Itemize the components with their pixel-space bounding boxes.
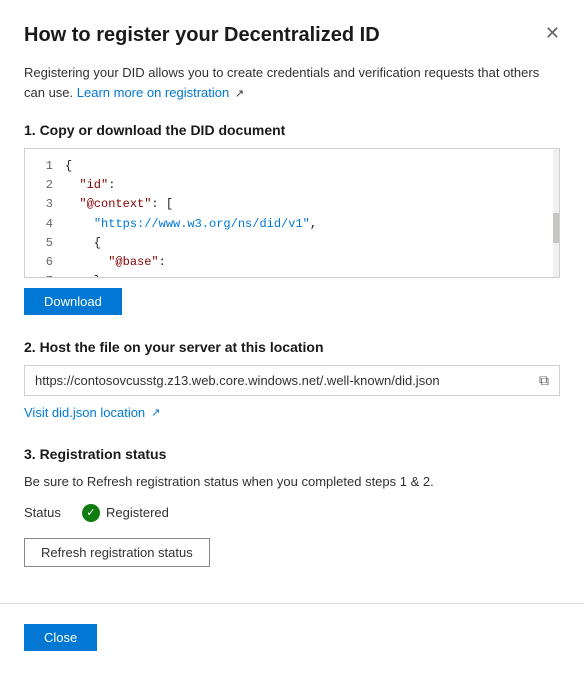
visit-link-external-icon: ↗ <box>151 406 160 419</box>
scrollbar-thumb <box>553 213 559 243</box>
status-registered-text: Registered <box>106 505 169 520</box>
line-content: "https://www.w3.org/ns/did/v1", <box>65 215 317 234</box>
code-line-7: 7 } <box>25 272 559 278</box>
download-button[interactable]: Download <box>24 288 122 315</box>
line-content: { <box>65 234 101 253</box>
line-number: 1 <box>25 157 65 176</box>
code-line-4: 4 "https://www.w3.org/ns/did/v1", <box>25 215 559 234</box>
code-line-2: 2 "id": <box>25 176 559 195</box>
line-number: 7 <box>25 272 65 278</box>
url-field-container: https://contosovcusstg.z13.web.core.wind… <box>24 365 560 396</box>
external-link-icon: ↗ <box>235 88 244 100</box>
section1-title: 1. Copy or download the DID document <box>24 122 560 138</box>
did-document-code: 1 { 2 "id": 3 "@context": [ 4 "https://w… <box>24 148 560 278</box>
line-number: 4 <box>25 215 65 234</box>
line-number: 6 <box>25 253 65 272</box>
section-host-file: 2. Host the file on your server at this … <box>24 339 560 422</box>
copy-icon[interactable]: ⧉ <box>539 372 549 389</box>
modal-container: How to register your Decentralized ID ✕ … <box>0 0 584 675</box>
refresh-registration-button[interactable]: Refresh registration status <box>24 538 210 567</box>
visit-did-json-link[interactable]: Visit did.json location ↗ <box>24 405 160 420</box>
modal-header: How to register your Decentralized ID ✕ <box>24 24 560 47</box>
line-content: "id": <box>65 176 115 195</box>
line-number: 5 <box>25 234 65 253</box>
section-registration-status: 3. Registration status Be sure to Refres… <box>24 446 560 587</box>
line-number: 2 <box>25 176 65 195</box>
close-footer-button[interactable]: Close <box>24 624 97 651</box>
visit-link-text: Visit did.json location <box>24 405 145 420</box>
host-url: https://contosovcusstg.z13.web.core.wind… <box>35 373 531 388</box>
learn-more-link[interactable]: Learn more on registration <box>77 85 229 100</box>
status-value-container: ✓ Registered <box>82 504 169 522</box>
code-line-1: 1 { <box>25 157 559 176</box>
section2-title: 2. Host the file on your server at this … <box>24 339 560 355</box>
code-line-6: 6 "@base": <box>25 253 559 272</box>
line-content: "@context": [ <box>65 195 173 214</box>
registered-check-icon: ✓ <box>82 504 100 522</box>
code-line-5: 5 { <box>25 234 559 253</box>
line-content: } <box>65 272 101 278</box>
section-copy-download: 1. Copy or download the DID document 1 {… <box>24 122 560 339</box>
section3-title: 3. Registration status <box>24 446 560 462</box>
divider <box>0 603 584 604</box>
line-content: "@base": <box>65 253 166 272</box>
modal-title: How to register your Decentralized ID <box>24 24 380 47</box>
code-line-3: 3 "@context": [ <box>25 195 559 214</box>
status-label: Status <box>24 505 74 520</box>
status-row: Status ✓ Registered <box>24 504 560 522</box>
description-text: Registering your DID allows you to creat… <box>24 63 560 102</box>
line-number: 3 <box>25 195 65 214</box>
line-content: { <box>65 157 72 176</box>
scrollbar[interactable] <box>553 149 559 277</box>
close-icon-button[interactable]: ✕ <box>545 24 560 42</box>
status-note: Be sure to Refresh registration status w… <box>24 472 560 492</box>
